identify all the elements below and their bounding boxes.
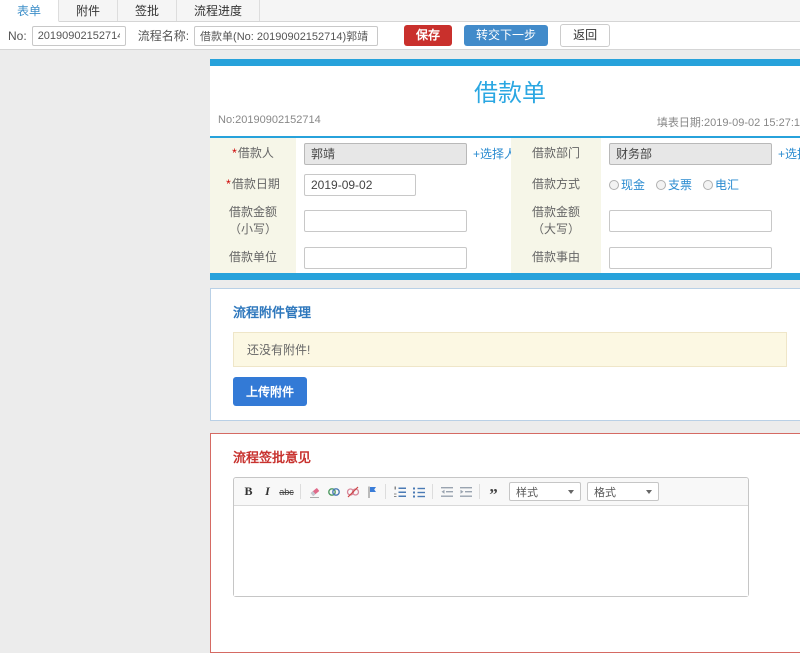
department-field: +选择部门: [601, 138, 800, 169]
bottom-accent-bar: [210, 273, 800, 280]
radio-cash[interactable]: 现金: [609, 176, 645, 193]
toolbar-separator: [300, 484, 301, 499]
upload-attachment-button[interactable]: 上传附件: [233, 377, 308, 406]
form-title: 借款单: [474, 80, 546, 107]
indent-icon[interactable]: [456, 483, 475, 500]
loan-reason-label: 借款事由: [511, 242, 601, 273]
unlink-icon[interactable]: [343, 483, 362, 500]
amount-lowercase-field: [296, 200, 511, 242]
back-button[interactable]: 返回: [560, 24, 611, 47]
amount-lowercase-input[interactable]: [304, 210, 467, 232]
loan-method-field: 现金 支票 电汇: [601, 169, 800, 200]
amount-lowercase-label: 借款金额（小写）: [210, 200, 296, 242]
department-input[interactable]: [609, 142, 772, 165]
numbered-list-icon[interactable]: [390, 483, 409, 500]
tab-form[interactable]: 表单: [0, 0, 60, 22]
attachment-card: 流程附件管理 还没有附件! 上传附件: [210, 288, 800, 421]
toolbar-separator: [479, 484, 480, 499]
tab-attachment[interactable]: 附件: [59, 0, 119, 21]
approval-section-title: 流程签批意见: [233, 450, 312, 465]
loan-unit-input[interactable]: [304, 246, 467, 269]
remove-format-icon[interactable]: [305, 483, 324, 500]
form-number: No:20190902152714: [218, 114, 321, 126]
no-input[interactable]: [31, 25, 126, 46]
link-icon[interactable]: [324, 483, 343, 500]
required-asterisk: *: [226, 177, 231, 191]
select-department-link[interactable]: +选择部门: [778, 145, 800, 162]
toolbar-separator: [432, 484, 433, 499]
loan-reason-field: [601, 242, 800, 273]
loan-form-card: 借款单 No:20190902152714 填表日期:2019-09-02 15…: [210, 59, 800, 280]
borrower-label: *借款人: [210, 138, 296, 169]
department-label: 借款部门: [511, 138, 601, 169]
styles-dropdown-label: 样式: [516, 486, 538, 499]
amount-uppercase-label: 借款金额（大写）: [511, 200, 601, 242]
tab-approval[interactable]: 签批: [118, 0, 178, 21]
borrower-input[interactable]: [304, 142, 467, 165]
editor-toolbar: B I abc ” 样式 格式: [234, 478, 748, 506]
loan-unit-label: 借款单位: [210, 242, 296, 273]
tab-process-progress[interactable]: 流程进度: [177, 0, 261, 21]
save-button[interactable]: 保存: [404, 25, 453, 46]
radio-wire-transfer[interactable]: 电汇: [703, 176, 739, 193]
amount-uppercase-field: [601, 200, 800, 242]
radio-circle-icon[interactable]: [703, 179, 714, 190]
action-toolbar: No: 流程名称: 保存 转交下一步 返回: [0, 22, 800, 50]
loan-date-field: [296, 169, 511, 200]
no-label: No:: [8, 28, 27, 43]
fill-date: 填表日期:2019-09-02 15:27:1: [656, 117, 800, 129]
caret-down-icon: [646, 489, 652, 494]
borrower-field: +选择人员: [296, 138, 528, 169]
italic-icon[interactable]: I: [258, 483, 277, 500]
toolbar-separator: [385, 484, 386, 499]
process-name-label: 流程名称:: [137, 29, 190, 43]
loan-method-label: 借款方式: [511, 169, 601, 200]
rich-text-editor: B I abc ” 样式 格式: [233, 477, 749, 597]
bullet-list-icon[interactable]: [409, 483, 428, 500]
editor-content-area[interactable]: [234, 506, 748, 596]
loan-date-label: *借款日期: [210, 169, 296, 200]
required-asterisk: *: [232, 146, 237, 160]
blockquote-icon[interactable]: ”: [484, 483, 503, 503]
amount-uppercase-input[interactable]: [609, 210, 772, 232]
outdent-icon[interactable]: [437, 483, 456, 500]
document-panel: 借款单 No:20190902152714 填表日期:2019-09-02 15…: [210, 59, 800, 653]
page-content: 借款单 No:20190902152714 填表日期:2019-09-02 15…: [0, 50, 800, 653]
caret-down-icon: [568, 489, 574, 494]
anchor-flag-icon[interactable]: [362, 483, 381, 500]
radio-circle-icon[interactable]: [656, 179, 667, 190]
loan-form-grid: *借款人 +选择人员 借款部门 +选择部门 *借款日期 借款方式 现金: [210, 138, 800, 273]
attachment-section-title: 流程附件管理: [233, 305, 312, 320]
strikethrough-icon[interactable]: abc: [277, 483, 296, 500]
top-accent-bar: [210, 59, 800, 66]
radio-circle-icon[interactable]: [609, 179, 619, 190]
format-dropdown-label: 格式: [594, 486, 616, 499]
forward-next-step-button[interactable]: 转交下一步: [464, 25, 549, 46]
form-meta-row: No:20190902152714 填表日期:2019-09-02 15:27:…: [210, 111, 800, 136]
no-attachment-notice: 还没有附件!: [233, 332, 787, 367]
format-dropdown[interactable]: 格式: [587, 482, 659, 501]
tab-bar: 表单 附件 签批 流程进度: [0, 0, 800, 22]
radio-cheque[interactable]: 支票: [656, 176, 692, 193]
process-name-input[interactable]: [194, 25, 379, 46]
approval-card: 流程签批意见 B I abc ” 样式 格式: [210, 433, 800, 653]
loan-reason-input[interactable]: [609, 246, 772, 269]
bold-icon[interactable]: B: [239, 483, 258, 500]
styles-dropdown[interactable]: 样式: [509, 482, 581, 501]
loan-unit-field: [296, 242, 511, 273]
loan-date-input[interactable]: [304, 173, 416, 196]
